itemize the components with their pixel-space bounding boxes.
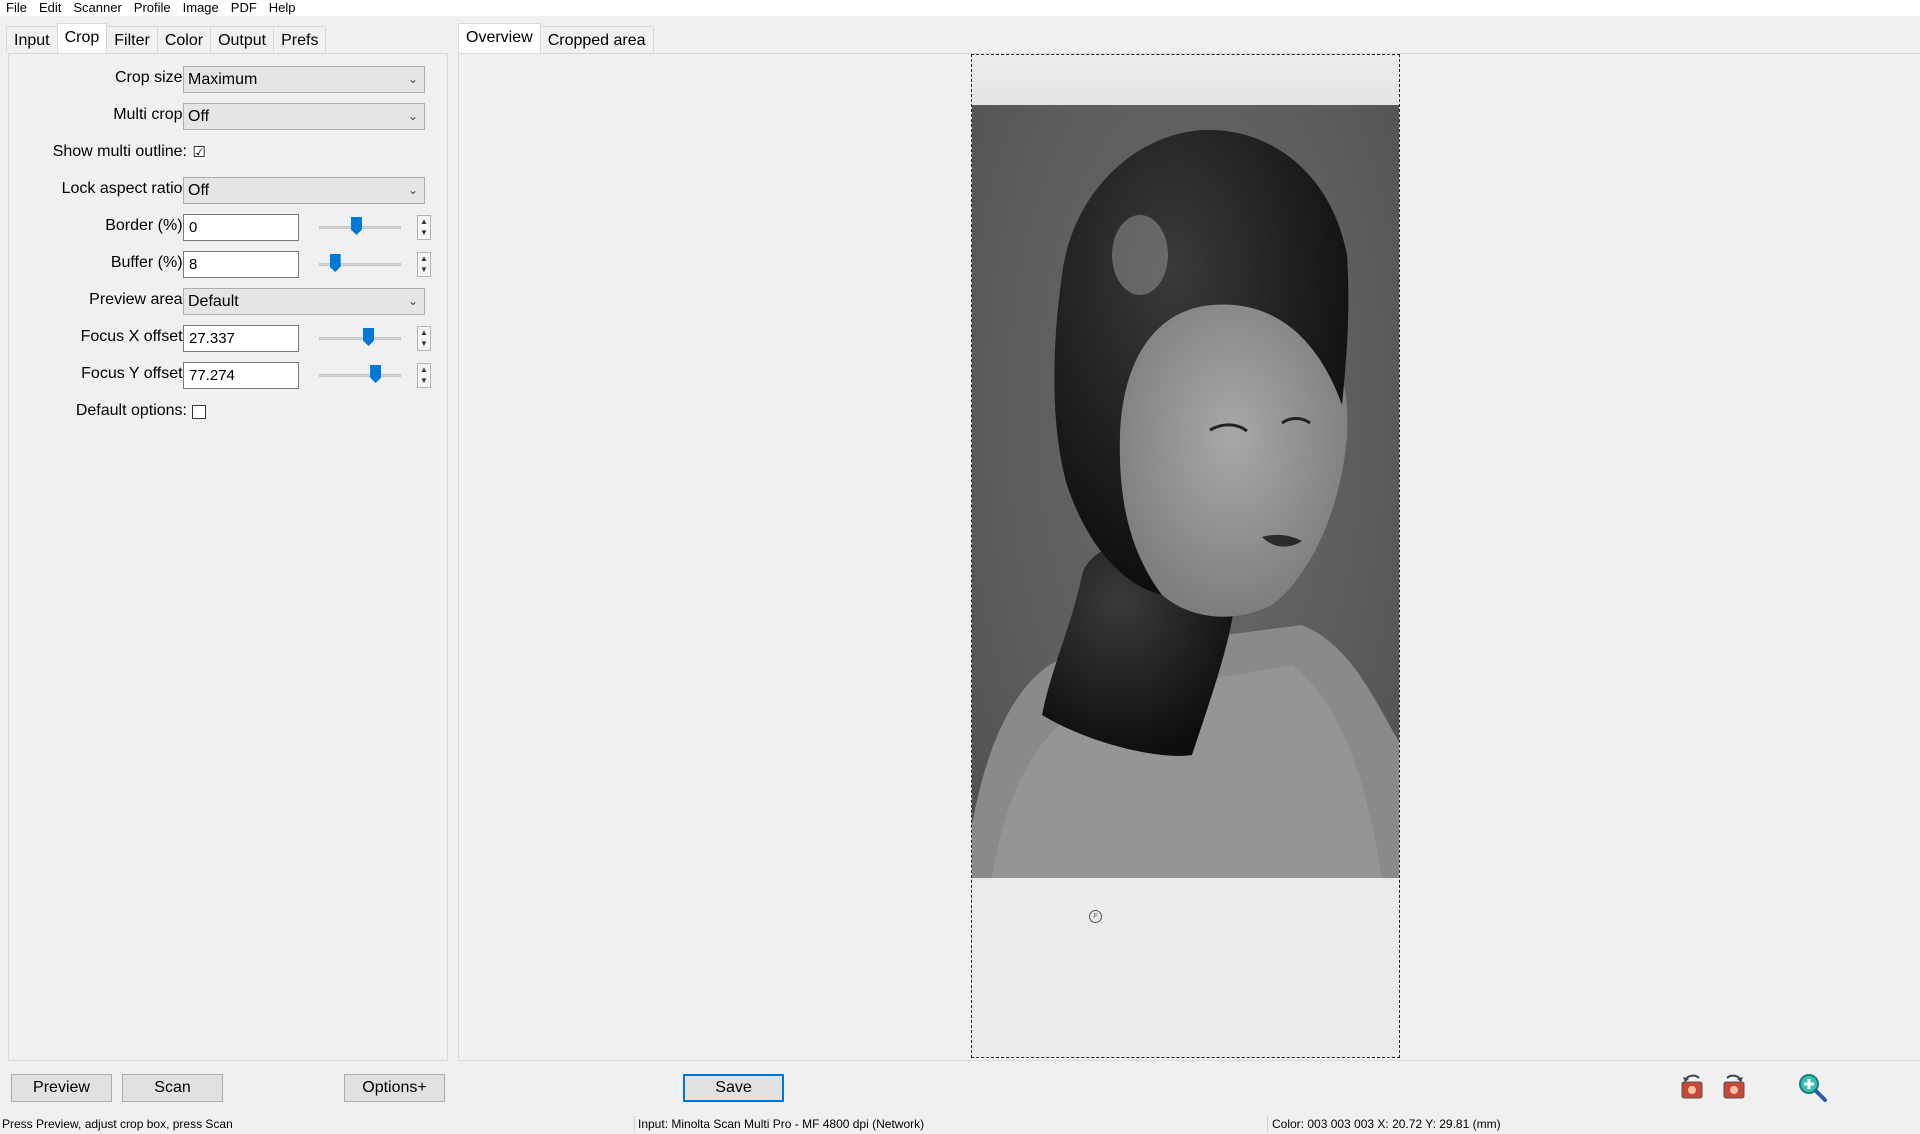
slider-thumb[interactable] <box>363 328 375 346</box>
buffer-row: Buffer (%): 8 ▲ ▼ <box>9 249 449 278</box>
spin-up-icon[interactable]: ▲ <box>420 365 428 374</box>
buffer-label: Buffer (%): <box>110 254 187 271</box>
buffer-input[interactable]: 8 <box>183 251 299 278</box>
crop-size-label: Crop size: <box>114 69 187 86</box>
focus-x-input[interactable]: 27.337 <box>183 325 299 352</box>
menu-bar: File Edit Scanner Profile Image PDF Help <box>0 0 1920 16</box>
tab-crop[interactable]: Crop <box>56 23 108 53</box>
scan-margin-top <box>972 55 1399 105</box>
multi-crop-select[interactable]: Off ⌄ <box>183 103 425 130</box>
tab-prefs[interactable]: Prefs <box>273 26 327 53</box>
slider-track <box>319 374 401 377</box>
scan-margin-bottom <box>972 878 1399 1057</box>
save-button[interactable]: Save <box>683 1074 784 1102</box>
options-button[interactable]: Options+ <box>344 1074 445 1102</box>
tab-input[interactable]: Input <box>6 26 58 53</box>
border-input[interactable]: 0 <box>183 214 299 241</box>
chevron-down-icon: ⌄ <box>407 109 418 123</box>
menu-scanner[interactable]: Scanner <box>67 0 127 16</box>
focus-x-row: Focus X offset: 27.337 ▲ ▼ <box>9 323 449 352</box>
tab-filter[interactable]: Filter <box>106 26 158 53</box>
spin-down-icon[interactable]: ▼ <box>420 266 428 274</box>
spin-up-icon[interactable]: ▲ <box>420 217 428 226</box>
default-options-row: Default options: <box>9 397 449 425</box>
border-slider[interactable] <box>311 214 405 240</box>
border-row: Border (%): 0 ▲ ▼ <box>9 212 449 241</box>
status-divider <box>1267 1116 1268 1132</box>
menu-pdf[interactable]: PDF <box>225 0 263 16</box>
border-spinner[interactable]: ▲ ▼ <box>417 215 431 240</box>
focus-x-label: Focus X offset: <box>80 328 187 345</box>
lock-aspect-ratio-row: Lock aspect ratio: Off ⌄ <box>9 175 449 204</box>
default-options-checkbox[interactable] <box>192 405 206 419</box>
multi-crop-value: Off <box>188 108 210 125</box>
preview-area-value: Default <box>188 293 239 310</box>
focus-y-row: Focus Y offset: 77.274 ▲ ▼ <box>9 360 449 389</box>
preview-area-select[interactable]: Default ⌄ <box>183 288 425 315</box>
scan-button[interactable]: Scan <box>122 1074 223 1102</box>
default-options-label: Default options: <box>75 402 187 419</box>
lock-aspect-ratio-select[interactable]: Off ⌄ <box>183 177 425 204</box>
crop-settings-panel: Crop size: Maximum ⌄ Multi crop: Off ⌄ S… <box>8 53 448 1061</box>
lock-aspect-ratio-label: Lock aspect ratio: <box>61 180 187 197</box>
focus-y-spinner[interactable]: ▲ ▼ <box>417 363 431 388</box>
crop-box[interactable]: F <box>971 54 1400 1058</box>
preview-area-row: Preview area: Default ⌄ <box>9 286 449 315</box>
tab-cropped-area[interactable]: Cropped area <box>539 26 654 53</box>
focus-y-slider[interactable] <box>311 362 405 388</box>
buffer-spinner[interactable]: ▲ ▼ <box>417 252 431 277</box>
spin-up-icon[interactable]: ▲ <box>420 328 428 337</box>
show-multi-outline-checkbox[interactable]: ☑ <box>192 145 206 160</box>
scan-preview-image <box>972 105 1399 878</box>
tab-overview[interactable]: Overview <box>458 23 541 53</box>
chevron-down-icon: ⌄ <box>407 294 418 308</box>
crop-size-row: Crop size: Maximum ⌄ <box>9 64 449 93</box>
crop-size-value: Maximum <box>188 71 258 88</box>
border-label: Border (%): <box>105 217 187 234</box>
settings-tab-bar: Input Crop Filter Color Output Prefs <box>6 23 327 53</box>
slider-track <box>319 337 401 340</box>
slider-thumb[interactable] <box>370 365 382 383</box>
menu-image[interactable]: Image <box>177 0 225 16</box>
rotate-left-icon[interactable] <box>1677 1072 1707 1102</box>
focus-y-input[interactable]: 77.274 <box>183 362 299 389</box>
rotate-right-icon[interactable] <box>1719 1072 1749 1102</box>
multi-crop-row: Multi crop: Off ⌄ <box>9 101 449 130</box>
spin-down-icon[interactable]: ▼ <box>420 229 428 237</box>
show-multi-outline-label: Show multi outline: <box>52 143 187 160</box>
focus-x-slider[interactable] <box>311 325 405 351</box>
buffer-slider[interactable] <box>311 251 405 277</box>
spin-down-icon[interactable]: ▼ <box>420 377 428 385</box>
focus-marker-icon[interactable]: F <box>1089 910 1102 923</box>
focus-x-spinner[interactable]: ▲ ▼ <box>417 326 431 351</box>
status-color-coords: Color: 003 003 003 X: 20.72 Y: 29.81 (mm… <box>1272 1117 1501 1131</box>
menu-profile[interactable]: Profile <box>128 0 177 16</box>
crop-size-select[interactable]: Maximum ⌄ <box>183 66 425 93</box>
status-hint: Press Preview, adjust crop box, press Sc… <box>2 1117 233 1131</box>
status-input-device: Input: Minolta Scan Multi Pro - MF 4800 … <box>638 1117 925 1131</box>
show-multi-outline-row: Show multi outline: ☑ <box>9 138 449 166</box>
multi-crop-label: Multi crop: <box>113 106 187 123</box>
slider-thumb[interactable] <box>329 254 341 272</box>
portrait-illustration <box>972 129 1399 878</box>
chevron-down-icon: ⌄ <box>407 183 418 197</box>
tab-color[interactable]: Color <box>156 26 212 53</box>
lock-aspect-ratio-value: Off <box>188 182 210 199</box>
tab-output[interactable]: Output <box>210 26 275 53</box>
preview-tab-bar: Overview Cropped area <box>458 23 654 53</box>
status-bar: Press Preview, adjust crop box, press Sc… <box>0 1114 1920 1134</box>
menu-help[interactable]: Help <box>263 0 302 16</box>
preview-button[interactable]: Preview <box>11 1074 112 1102</box>
preview-area-label: Preview area: <box>89 291 187 308</box>
menu-edit[interactable]: Edit <box>33 0 67 16</box>
menu-file[interactable]: File <box>0 0 33 16</box>
chevron-down-icon: ⌄ <box>407 72 418 86</box>
zoom-in-icon[interactable] <box>1797 1072 1827 1102</box>
spin-up-icon[interactable]: ▲ <box>420 254 428 263</box>
slider-thumb[interactable] <box>350 217 362 235</box>
spin-down-icon[interactable]: ▼ <box>420 340 428 348</box>
status-divider <box>634 1116 635 1132</box>
focus-y-label: Focus Y offset: <box>81 365 187 382</box>
